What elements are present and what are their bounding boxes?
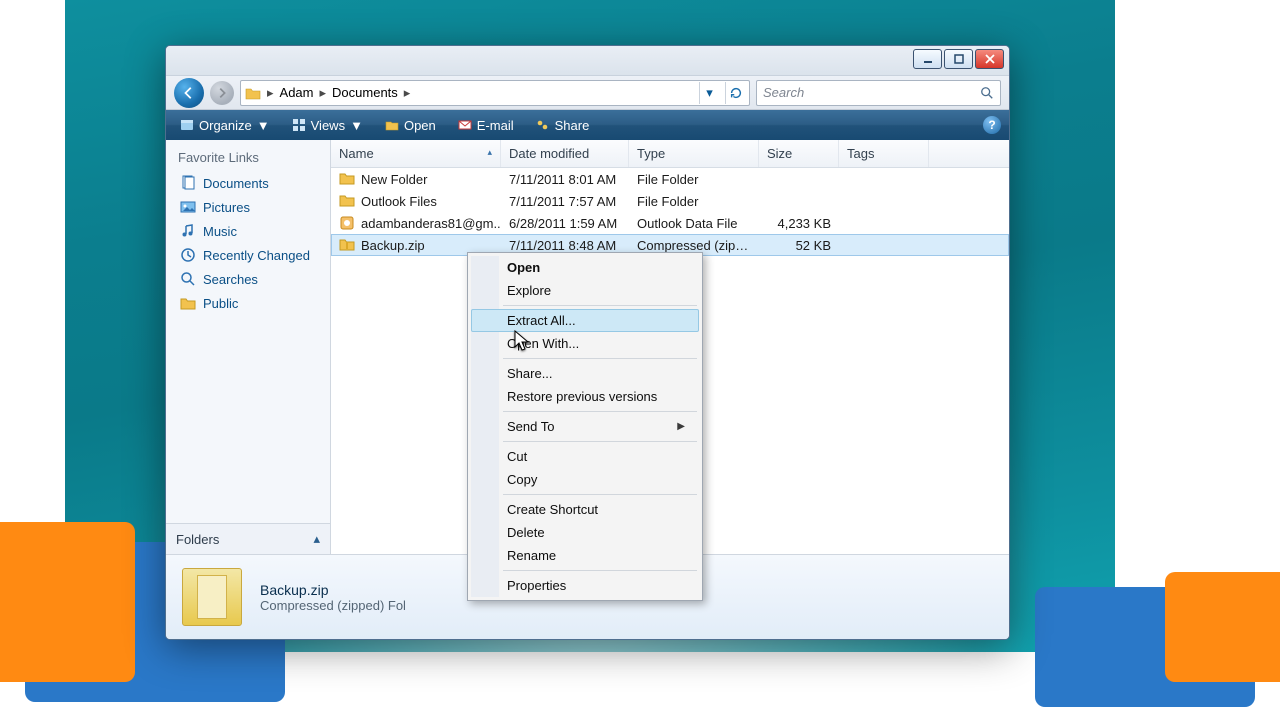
maximize-button[interactable] xyxy=(944,49,973,69)
refresh-icon xyxy=(729,86,743,100)
share-button[interactable]: Share xyxy=(530,115,596,136)
breadcrumb-part[interactable]: Documents xyxy=(332,85,398,100)
file-row[interactable]: New Folder7/11/2011 8:01 AMFile Folder xyxy=(331,168,1009,190)
sidebar-item-searches[interactable]: Searches xyxy=(166,267,330,291)
back-button[interactable] xyxy=(174,78,204,108)
submenu-arrow-icon: ▶ xyxy=(677,421,685,432)
context-item-share[interactable]: Share... xyxy=(471,362,699,385)
minimize-button[interactable] xyxy=(913,49,942,69)
mail-icon xyxy=(458,118,472,132)
col-date[interactable]: Date modified xyxy=(501,140,629,167)
file-row[interactable]: adambanderas81@gm...6/28/2011 1:59 AMOut… xyxy=(331,212,1009,234)
context-item-open[interactable]: Open xyxy=(471,256,699,279)
forward-button[interactable] xyxy=(210,81,234,105)
email-button[interactable]: E-mail xyxy=(452,115,520,136)
organize-button[interactable]: Organize▼ xyxy=(174,115,276,136)
context-item-delete[interactable]: Delete xyxy=(471,521,699,544)
context-item-properties[interactable]: Properties xyxy=(471,574,699,597)
pictures-icon xyxy=(180,199,196,215)
arrow-left-icon xyxy=(182,86,196,100)
folder-icon xyxy=(180,295,196,311)
address-dropdown[interactable]: ▾ xyxy=(699,82,719,104)
details-subtitle: Compressed (zipped) Fol xyxy=(260,598,406,613)
sidebar: Favorite Links DocumentsPicturesMusicRec… xyxy=(166,140,331,554)
file-row[interactable]: Outlook Files7/11/2011 7:57 AMFile Folde… xyxy=(331,190,1009,212)
refresh-button[interactable] xyxy=(725,82,745,104)
context-item-send-to[interactable]: Send To▶ xyxy=(471,415,699,438)
search-icon xyxy=(980,86,994,100)
recent-icon xyxy=(180,247,196,263)
context-separator xyxy=(503,358,697,359)
sidebar-item-recently-changed[interactable]: Recently Changed xyxy=(166,243,330,267)
col-size[interactable]: Size xyxy=(759,140,839,167)
context-item-explore[interactable]: Explore xyxy=(471,279,699,302)
context-menu[interactable]: OpenExplore Extract All...Open With... Sha… xyxy=(467,252,703,601)
sidebar-item-documents[interactable]: Documents xyxy=(166,171,330,195)
mouse-cursor-icon xyxy=(514,330,532,357)
context-item-create-shortcut[interactable]: Create Shortcut xyxy=(471,498,699,521)
context-item-cut[interactable]: Cut xyxy=(471,445,699,468)
context-item-extract-all[interactable]: Extract All... xyxy=(471,309,699,332)
zip-thumbnail-icon xyxy=(182,568,242,626)
help-button[interactable]: ? xyxy=(983,116,1001,134)
details-filename: Backup.zip xyxy=(260,582,406,598)
folder-icon xyxy=(339,193,355,209)
close-button[interactable] xyxy=(975,49,1004,69)
search-placeholder: Search xyxy=(763,85,980,100)
folders-toggle[interactable]: Folders ▴ xyxy=(166,523,330,554)
breadcrumb-part[interactable]: Adam xyxy=(280,85,314,100)
col-name[interactable]: Name xyxy=(331,140,501,167)
address-bar[interactable]: ▸ Adam ▸ Documents ▸ ▾ xyxy=(240,80,750,106)
pst-icon xyxy=(339,215,355,231)
context-item-restore-previous-versions[interactable]: Restore previous versions xyxy=(471,385,699,408)
sidebar-item-pictures[interactable]: Pictures xyxy=(166,195,330,219)
zip-icon xyxy=(339,237,355,253)
column-headers[interactable]: Name Date modified Type Size Tags xyxy=(331,140,1009,168)
col-type[interactable]: Type xyxy=(629,140,759,167)
open-button[interactable]: Open xyxy=(379,115,442,136)
navigation-bar: ▸ Adam ▸ Documents ▸ ▾ Search xyxy=(166,76,1009,110)
share-icon xyxy=(536,118,550,132)
organize-icon xyxy=(180,118,194,132)
folder-icon xyxy=(245,86,261,100)
search-icon xyxy=(180,271,196,287)
open-icon xyxy=(385,118,399,132)
context-item-rename[interactable]: Rename xyxy=(471,544,699,567)
context-separator xyxy=(503,411,697,412)
context-separator xyxy=(503,441,697,442)
folder-icon xyxy=(339,171,355,187)
command-bar: Organize▼ Views▼ Open E-mail Share ? xyxy=(166,110,1009,140)
context-item-open-with[interactable]: Open With... xyxy=(471,332,699,355)
music-icon xyxy=(180,223,196,239)
context-separator xyxy=(503,494,697,495)
views-button[interactable]: Views▼ xyxy=(286,115,369,136)
chevron-up-icon: ▴ xyxy=(313,531,320,547)
context-separator xyxy=(503,305,697,306)
search-box[interactable]: Search xyxy=(756,80,1001,106)
context-item-copy[interactable]: Copy xyxy=(471,468,699,491)
views-icon xyxy=(292,118,306,132)
sidebar-item-music[interactable]: Music xyxy=(166,219,330,243)
favorite-links-header: Favorite Links xyxy=(166,140,330,171)
col-tags[interactable]: Tags xyxy=(839,140,929,167)
arrow-right-icon xyxy=(215,86,229,100)
titlebar[interactable] xyxy=(166,46,1009,76)
context-separator xyxy=(503,570,697,571)
documents-icon xyxy=(180,175,196,191)
sidebar-item-public[interactable]: Public xyxy=(166,291,330,315)
